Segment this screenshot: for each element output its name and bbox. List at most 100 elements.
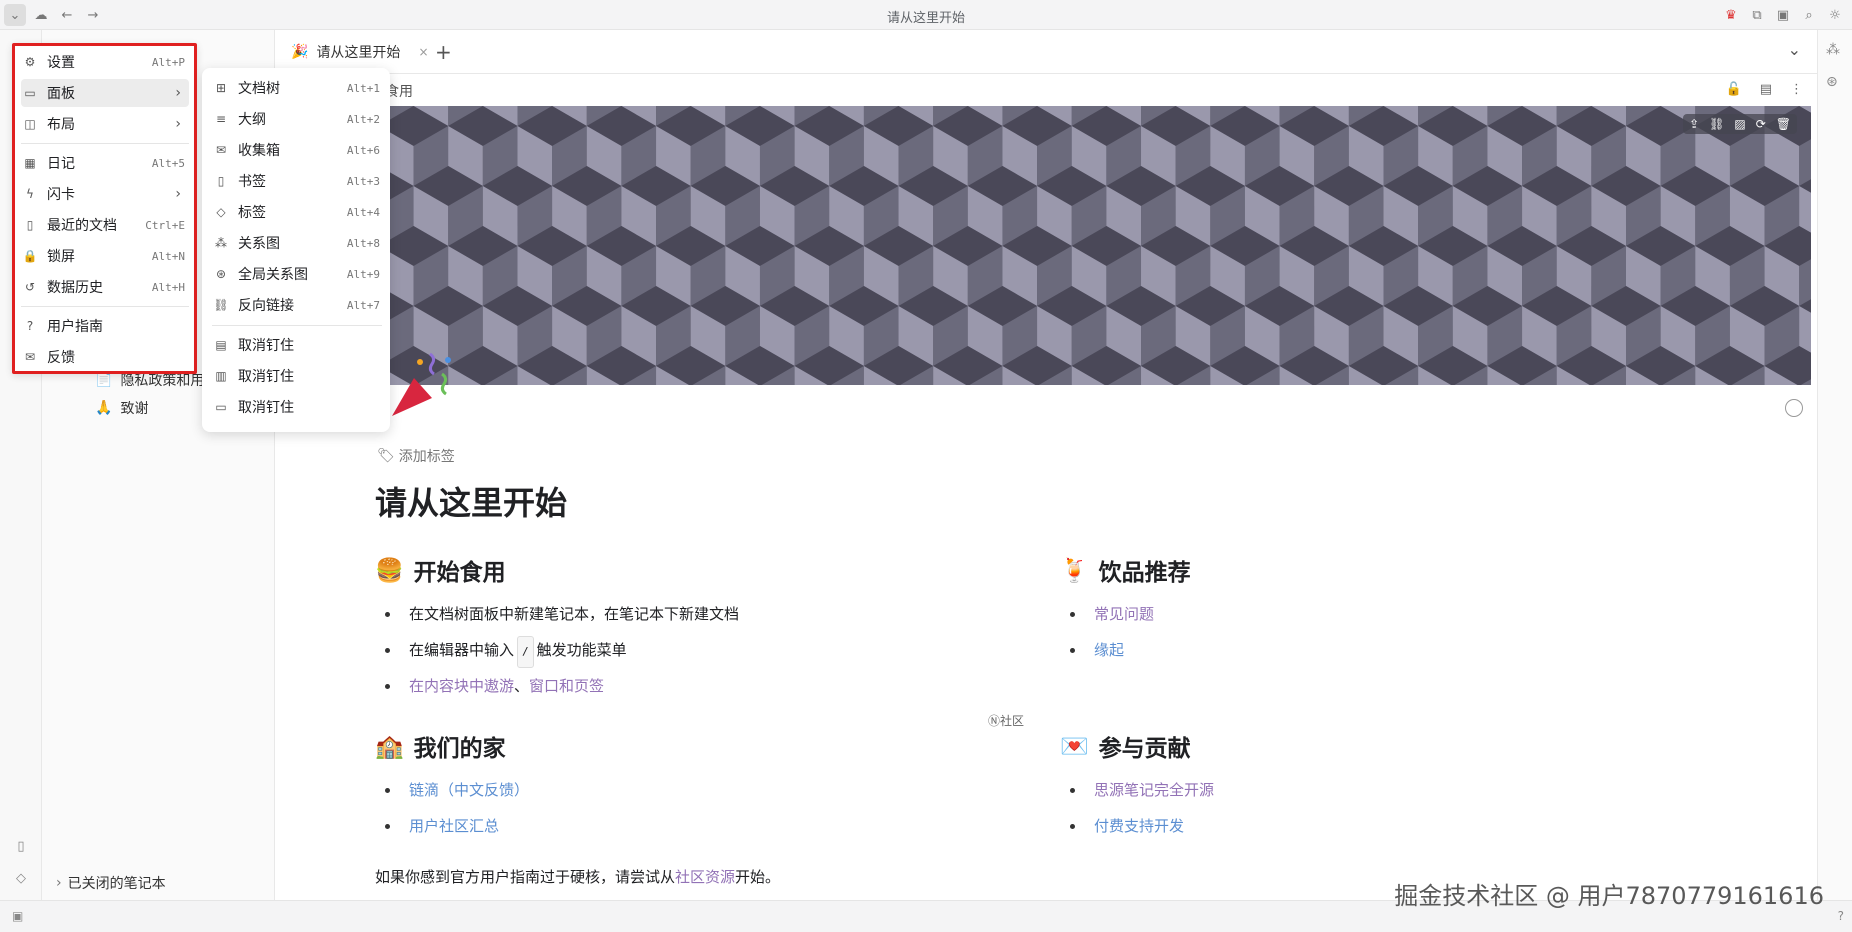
menu-item-settings[interactable]: ⚙ 设置 Alt+P: [21, 48, 189, 76]
watermark: 掘金技术社区 @ 用户7870779161616: [1394, 882, 1824, 910]
plugin-icon[interactable]: ⧉: [1746, 4, 1768, 26]
drink-icon: 🍹: [1060, 557, 1089, 584]
love-letter-icon: 💌: [1060, 733, 1089, 760]
link[interactable]: 常见问题: [1094, 605, 1154, 623]
crown-icon[interactable]: ♛: [1720, 4, 1742, 26]
tab-start-here[interactable]: 🎉 请从这里开始 ×: [281, 36, 439, 68]
menu-item-panel[interactable]: ▭ 面板 ›: [21, 79, 189, 107]
add-tag-button[interactable]: 🏷 添加标签: [377, 446, 455, 466]
help-icon[interactable]: ?: [1838, 909, 1844, 923]
sidebar-item-thanks[interactable]: 🙏 致谢: [95, 396, 148, 420]
menu-item-diary[interactable]: ▦ 日记 Alt+5: [21, 149, 189, 177]
submenu-item-filetree[interactable]: ⊞ 文档树 Alt+1: [212, 74, 382, 102]
chevron-down-icon[interactable]: ⌄: [1788, 40, 1801, 59]
submenu-item-bookmark[interactable]: ▯ 书签 Alt+3: [212, 167, 382, 195]
bookmark-icon[interactable]: ▯: [11, 836, 31, 856]
submenu-item-outline[interactable]: ≡ 大纲 Alt+2: [212, 105, 382, 133]
doc-emoji-party-icon[interactable]: [390, 348, 460, 418]
new-tab-button[interactable]: +: [435, 40, 452, 64]
section-heading[interactable]: 饮品推荐: [1099, 553, 1191, 587]
link[interactable]: 窗口和页签: [529, 677, 604, 695]
footer-paragraph[interactable]: 如果你感到官方用户指南过于硬核，请尝试从社区资源开始。: [375, 866, 780, 887]
list-item[interactable]: 在内容块中遨游、窗口和页签: [375, 672, 739, 708]
submenu-item-graph[interactable]: ⁂ 关系图 Alt+8: [212, 229, 382, 257]
link[interactable]: 链滴（中文反馈）: [409, 781, 529, 799]
list-item[interactable]: 链滴（中文反馈）: [375, 776, 529, 812]
submenu-item-unpin-right[interactable]: ▥ 取消钉住: [212, 362, 382, 390]
section-heading[interactable]: 开始食用: [414, 553, 506, 587]
bookmark-icon: ▯: [217, 174, 225, 188]
panel-icon: ▭: [24, 86, 36, 100]
breadcrumb: 食用 🔓 ▤ ⋮: [275, 74, 1817, 106]
menu-item-layout[interactable]: ◫ 布局 ›: [21, 110, 189, 138]
submenu-item-inbox[interactable]: ✉ 收集箱 Alt+6: [212, 136, 382, 164]
outline-icon: ≡: [215, 112, 227, 126]
tag-icon: ◇: [216, 205, 226, 219]
banner-toolbar: ⇪ ⛓ ▨ ⟳ 🗑: [1683, 114, 1797, 134]
chevron-right-icon: ›: [175, 186, 181, 202]
burger-icon: 🍔: [375, 557, 404, 584]
file-icon: ▯: [26, 218, 34, 232]
link-icon: ⛓: [213, 298, 229, 312]
link[interactable]: 在内容块中遨游: [409, 677, 514, 695]
section-heading[interactable]: 我们的家: [414, 729, 506, 763]
dock-toggle-icon[interactable]: ▣: [12, 909, 23, 923]
closed-notebooks[interactable]: › 已关闭的笔记本: [56, 873, 166, 893]
section-drinks: 🍹 饮品推荐 常见问题 缘起: [1060, 552, 1191, 672]
more-icon[interactable]: ⋮: [1790, 82, 1803, 97]
list-item[interactable]: 在文档树面板中新建笔记本，在笔记本下新建文档: [375, 600, 739, 636]
dock-right-icon: ▥: [215, 369, 227, 383]
list-item[interactable]: 缘起: [1060, 636, 1191, 672]
submenu-item-global-graph[interactable]: ⊛ 全局关系图 Alt+9: [212, 260, 382, 288]
doc-title[interactable]: 请从这里开始: [375, 478, 567, 524]
list-item[interactable]: 常见问题: [1060, 600, 1191, 636]
link[interactable]: 社区资源: [675, 868, 735, 886]
right-dock: ⁂ ⊛: [1817, 30, 1852, 900]
chevron-right-icon: ›: [175, 116, 181, 132]
submenu-item-tag[interactable]: ◇ 标签 Alt+4: [212, 198, 382, 226]
section-heading[interactable]: 参与贡献: [1099, 729, 1191, 763]
list-item[interactable]: 思源笔记完全开源: [1060, 776, 1214, 812]
menu-item-flashcard[interactable]: ϟ 闪卡 ›: [21, 180, 189, 208]
link[interactable]: 付费支持开发: [1094, 817, 1184, 835]
menu-item-guide[interactable]: ? 用户指南: [21, 312, 189, 340]
submenu-item-unpin-left[interactable]: ▤ 取消钉住: [212, 331, 382, 359]
theme-icon[interactable]: ☼: [1824, 4, 1846, 26]
cube-pattern: [275, 106, 1811, 385]
delete-icon[interactable]: 🗑: [1776, 117, 1791, 131]
list-item[interactable]: 付费支持开发: [1060, 812, 1214, 848]
readonly-icon[interactable]: 🔓: [1726, 82, 1742, 97]
graph-icon[interactable]: ⁂: [1826, 42, 1840, 58]
outline-toggle-icon[interactable]: [1785, 399, 1803, 417]
inbox-icon: ✉: [215, 143, 227, 157]
dock-bottom-icon: ▭: [215, 400, 227, 414]
doc-icon[interactable]: ▤: [1760, 82, 1772, 97]
doc-emoji-icon: 📄: [95, 372, 113, 388]
title-bar: ⌄ ☁ ← → 请从这里开始 ♛ ⧉ ▣ ⌕ ☼: [0, 0, 1852, 30]
link-icon[interactable]: ⛓: [1709, 117, 1724, 131]
global-graph-icon[interactable]: ⊛: [1826, 74, 1838, 90]
school-icon: 🏫: [375, 733, 404, 760]
submenu-item-backlink[interactable]: ⛓ 反向链接 Alt+7: [212, 291, 382, 319]
menu-item-lock[interactable]: 🔒 锁屏 Alt+N: [21, 242, 189, 270]
link[interactable]: 用户社区汇总: [409, 817, 499, 835]
link[interactable]: 思源笔记完全开源: [1094, 781, 1214, 799]
list-item[interactable]: 用户社区汇总: [375, 812, 529, 848]
submenu-item-unpin-bottom[interactable]: ▭ 取消钉住: [212, 393, 382, 421]
party-icon: 🎉: [291, 44, 309, 60]
list-item[interactable]: 在编辑器中输入 / 触发功能菜单: [375, 636, 739, 672]
tag-icon[interactable]: ◇: [11, 868, 31, 888]
menu-item-recent[interactable]: ▯ 最近的文档 Ctrl+E: [21, 211, 189, 239]
command-icon[interactable]: ▣: [1772, 4, 1794, 26]
tab-close-icon[interactable]: ×: [418, 45, 428, 59]
image-icon[interactable]: ▨: [1734, 117, 1745, 131]
menu-item-feedback[interactable]: ✉ 反馈: [21, 343, 189, 371]
community-badge[interactable]: Ⓝ社区: [988, 712, 1024, 729]
random-icon[interactable]: ⟳: [1756, 117, 1766, 131]
menu-item-history[interactable]: ↺ 数据历史 Alt+H: [21, 273, 189, 301]
flash-icon: ϟ: [26, 187, 34, 201]
search-icon[interactable]: ⌕: [1798, 4, 1820, 26]
link[interactable]: 缘起: [1094, 641, 1124, 659]
upload-icon[interactable]: ⇪: [1689, 117, 1699, 131]
section-contribute: 💌 参与贡献 思源笔记完全开源 付费支持开发: [1060, 728, 1214, 848]
